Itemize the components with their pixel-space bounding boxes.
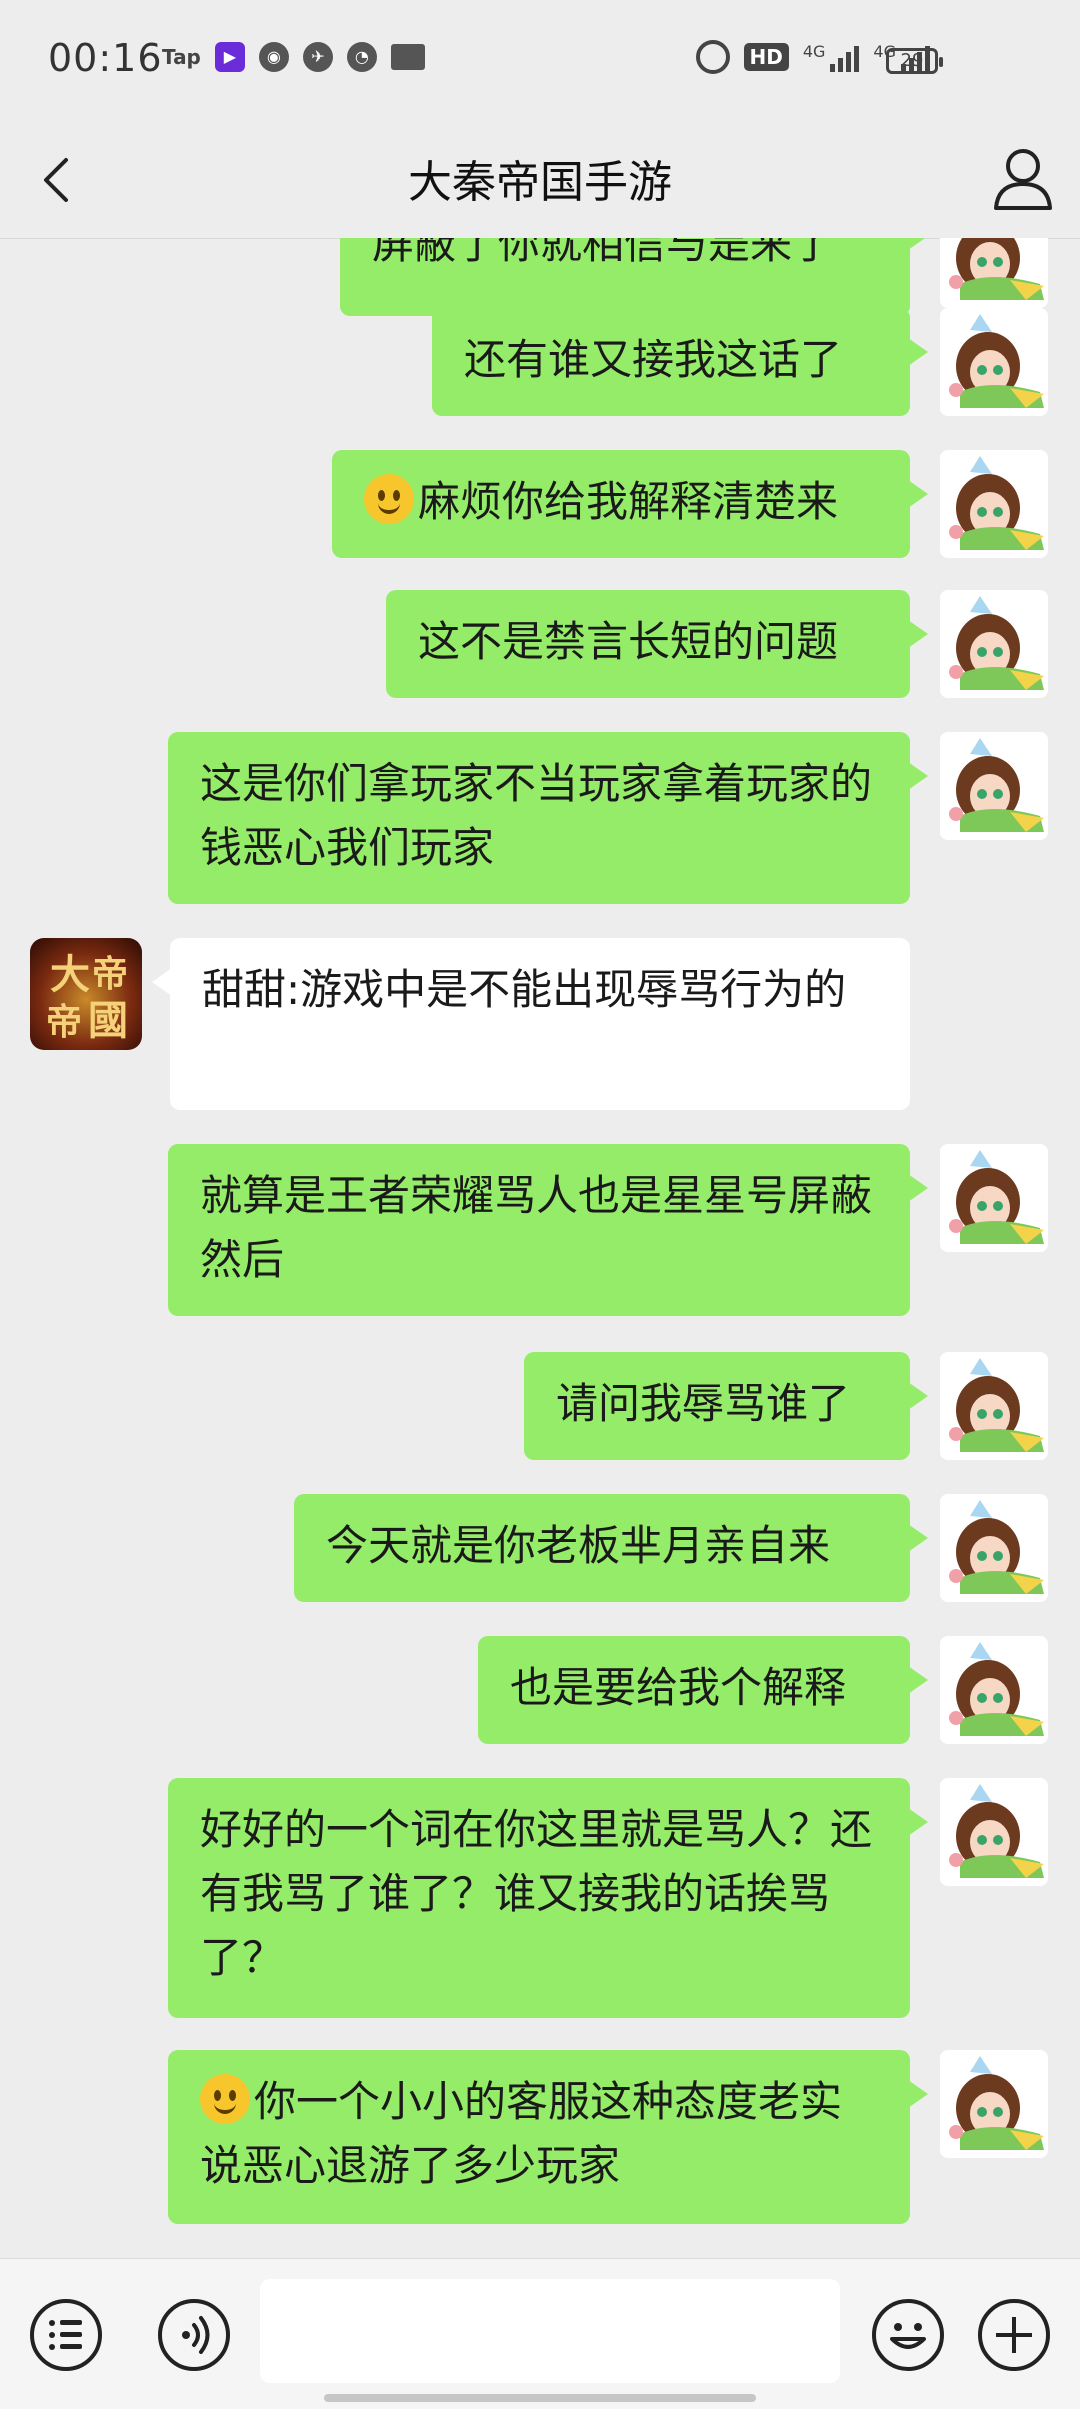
message-bubble[interactable]: 请问我辱骂谁了 — [524, 1352, 928, 1460]
user-avatar[interactable] — [940, 1144, 1048, 1252]
drone-icon: ✈ — [302, 42, 333, 72]
user-avatar[interactable] — [940, 1352, 1048, 1460]
user-avatar[interactable] — [940, 732, 1048, 840]
notification-icons: Tap ▶ ◉ ✈ ◔ — [162, 42, 425, 72]
home-indicator[interactable] — [324, 2394, 756, 2402]
message-bubble[interactable]: 还有谁又接我这话了 — [432, 308, 928, 416]
chat-header: 大秦帝国手游 — [0, 120, 1080, 239]
message-bubble[interactable]: 甜甜:游戏中是不能出现辱骂行为的 — [152, 938, 910, 1110]
alarm-icon — [695, 40, 730, 74]
message-list[interactable]: 屏蔽了你就相信与是来了 还有谁又接我这话了 麻烦你给我解释清楚来 这不是禁言长短… — [0, 238, 1080, 2258]
emoji-button[interactable] — [872, 2299, 944, 2371]
profile-icon[interactable] — [992, 144, 1054, 212]
message-text: 麻烦你给我解释清楚来 — [418, 477, 839, 526]
chat-title: 大秦帝国手游 — [408, 157, 672, 208]
message-bubble[interactable]: 屏蔽了你就相信与是来了 — [340, 238, 928, 316]
message-input[interactable] — [260, 2279, 840, 2383]
message-bubble[interactable]: 这是你们拿玩家不当玩家拿着玩家的钱恶心我们玩家 — [168, 732, 928, 904]
user-avatar[interactable] — [940, 238, 1048, 308]
game-avatar[interactable]: 大 帝 帝 國 — [30, 938, 142, 1050]
user-avatar[interactable] — [940, 2050, 1048, 2158]
user-avatar[interactable] — [940, 590, 1048, 698]
smile-emoji-icon — [364, 474, 414, 524]
more-button[interactable] — [978, 2299, 1050, 2371]
svg-text:帝: 帝 — [92, 953, 128, 995]
user-avatar[interactable] — [940, 308, 1048, 416]
taptap-icon: Tap — [162, 45, 201, 69]
user-avatar[interactable] — [940, 450, 1048, 558]
audio-app-icon: ◉ — [258, 42, 289, 72]
smile-emoji-icon — [200, 2074, 250, 2124]
message-bubble[interactable]: 麻烦你给我解释清楚来 — [332, 450, 928, 558]
list-icon — [49, 2320, 82, 2350]
message-bubble[interactable]: 也是要给我个解释 — [478, 1636, 928, 1744]
message-bubble[interactable]: 好好的一个词在你这里就是骂人？还有我骂了谁了？谁又接我的话挨骂了？ — [168, 1778, 928, 2018]
battery-icon: 29 — [886, 48, 943, 74]
message-bubble[interactable]: 这不是禁言长短的问题 — [386, 590, 928, 698]
voice-icon — [182, 2316, 210, 2354]
svg-text:帝: 帝 — [46, 1001, 82, 1043]
message-bubble[interactable]: 就算是王者荣耀骂人也是星星号屏蔽然后 — [168, 1144, 928, 1316]
status-time: 00:16 — [48, 36, 163, 80]
input-bar — [0, 2258, 1080, 2409]
video-app-icon: ▶ — [214, 42, 245, 72]
status-bar: 00:16 Tap ▶ ◉ ✈ ◔ HD 4G 4G 29 — [0, 0, 1080, 120]
message-bubble[interactable]: 你一个小小的客服这种态度老实说恶心退游了多少玩家 — [168, 2050, 928, 2224]
compass-icon: ◔ — [346, 42, 377, 72]
menu-button[interactable] — [30, 2299, 102, 2371]
message-text: 你一个小小的客服这种态度老实说恶心退游了多少玩家 — [200, 2077, 843, 2190]
user-avatar[interactable] — [940, 1636, 1048, 1744]
hd-icon: HD — [743, 43, 789, 71]
emoji-icon — [890, 2323, 926, 2349]
signal-icon: 4G — [803, 42, 860, 72]
user-avatar[interactable] — [940, 1494, 1048, 1602]
voice-button[interactable] — [158, 2299, 230, 2371]
svg-text:大: 大 — [50, 951, 90, 998]
book-icon — [390, 44, 425, 70]
user-avatar[interactable] — [940, 1778, 1048, 1886]
plus-icon — [996, 2317, 1032, 2353]
message-bubble[interactable]: 今天就是你老板芈月亲自来 — [294, 1494, 928, 1602]
svg-text:國: 國 — [88, 997, 128, 1044]
